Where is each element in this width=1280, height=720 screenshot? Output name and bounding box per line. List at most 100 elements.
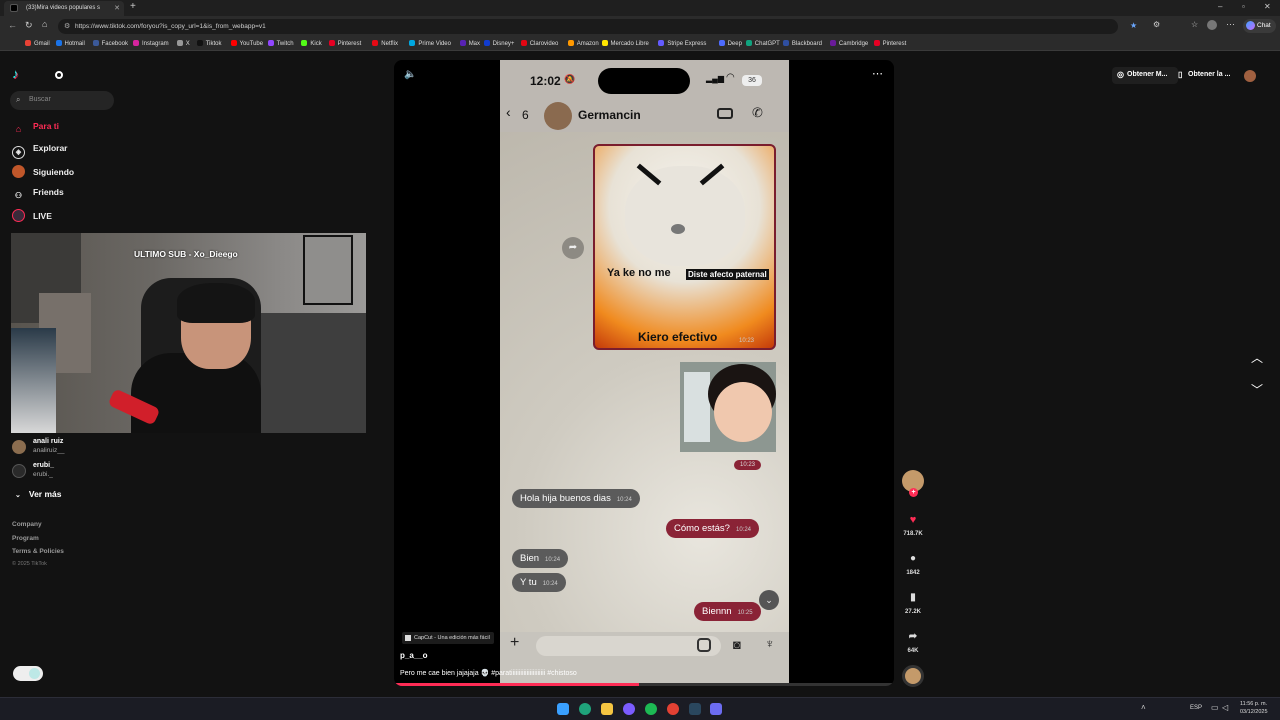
- minimize-button[interactable]: –: [1218, 2, 1222, 11]
- new-tab-button[interactable]: +: [130, 1, 136, 12]
- music-disc[interactable]: [902, 665, 924, 687]
- bookmark-favicon-icon: [829, 40, 836, 46]
- following-account[interactable]: erubi_ erubi._: [12, 462, 132, 482]
- close-window-button[interactable]: ✕: [1264, 2, 1271, 11]
- bookmark-item[interactable]: Gmail: [25, 40, 50, 47]
- creator-avatar[interactable]: +: [902, 470, 924, 497]
- footer-company[interactable]: Company: [12, 521, 42, 528]
- user-avatar[interactable]: [1244, 70, 1256, 82]
- video-author[interactable]: p_a__o: [400, 651, 428, 660]
- get-app-label: Obtener la ...: [1188, 71, 1231, 78]
- nav-siguiendo[interactable]: Siguiendo: [12, 165, 74, 181]
- home-browser-icon[interactable]: ⌂: [42, 19, 47, 29]
- live-stream-preview[interactable]: ULTIMO SUB - Xo_Dieego: [11, 233, 366, 433]
- menu-dots-icon[interactable]: ⋯: [1226, 19, 1235, 30]
- share-button[interactable]: ➦ 64K: [902, 631, 924, 654]
- bookmark-item[interactable]: Mercado Libre: [601, 40, 649, 47]
- wifi-icon: ◠: [726, 72, 735, 83]
- reload-icon[interactable]: ↻: [25, 20, 33, 31]
- footer-terms[interactable]: Terms & Policies: [12, 548, 64, 555]
- bookmark-item[interactable]: Pinterest: [873, 40, 906, 47]
- nav-para-ti[interactable]: ⌂ Para ti: [12, 121, 59, 137]
- bookmark-item[interactable]: Cambridge: [829, 40, 868, 47]
- bookmark-label: Blackboard: [791, 41, 822, 47]
- chat-back-icon[interactable]: ‹: [506, 104, 511, 120]
- bookmark-item[interactable]: Facebook: [92, 40, 128, 47]
- bookmark-item[interactable]: Blackboard: [782, 40, 822, 47]
- account-name: anali ruiz: [33, 438, 64, 445]
- nav-explorar[interactable]: ◈ Explorar: [12, 143, 68, 159]
- streamer-hair: [177, 283, 255, 323]
- profile-icon[interactable]: [1207, 20, 1217, 30]
- see-more-button[interactable]: ⌄ Ver más: [15, 489, 62, 499]
- bookmark-item[interactable]: Netflix: [372, 40, 398, 47]
- copilot-chat-button[interactable]: Chat: [1243, 19, 1276, 33]
- nav-friends[interactable]: ⚇ Friends: [12, 187, 64, 203]
- favorites-icon[interactable]: ☆: [1191, 20, 1198, 29]
- bookmark-item[interactable]: Hotmail: [55, 40, 85, 47]
- extensions-icon[interactable]: ⚙: [1153, 20, 1160, 29]
- volume-icon[interactable]: 🔈: [404, 69, 416, 80]
- bookmark-item[interactable]: Deep: [718, 40, 742, 47]
- bookmark-item[interactable]: Disney+: [483, 40, 514, 47]
- bookmark-label: Instagram: [142, 41, 169, 47]
- site-info-icon[interactable]: ⚙: [64, 22, 70, 30]
- tray-chevron-icon[interactable]: ˄: [1141, 703, 1146, 712]
- bookmark-item[interactable]: Twitch: [267, 40, 294, 47]
- bookmark-item[interactable]: Tiktok: [196, 40, 221, 47]
- file-explorer-icon[interactable]: [601, 703, 613, 715]
- bookmark-item[interactable]: ChatGPT: [745, 40, 780, 47]
- get-coins-button[interactable]: ◎ Obtener M...: [1112, 67, 1178, 84]
- footer-program[interactable]: Program: [12, 535, 39, 542]
- bookmark-item[interactable]: Amazon: [567, 40, 599, 47]
- following-icon: [12, 165, 25, 178]
- chevron-down-icon: ⌄: [15, 492, 21, 499]
- bookmark-item[interactable]: Max: [459, 40, 480, 47]
- chrome-icon[interactable]: [667, 703, 679, 715]
- comment-button[interactable]: ● 1842: [902, 553, 924, 576]
- comment-count: 1842: [906, 570, 920, 576]
- browser-tab[interactable]: (33)Mira videos populares s ✕: [4, 1, 124, 16]
- bookmark-item[interactable]: Stripe Express: [658, 40, 706, 47]
- video-player[interactable]: 🔈 ⋯ 12:02 🔕 ▂▄▆ ◠ 36 ‹ 6 Germancin ✆ ➦ Y…: [394, 60, 894, 686]
- language-indicator[interactable]: ESP: [1190, 705, 1202, 711]
- get-app-button[interactable]: ▯ Obtener la ...: [1176, 67, 1238, 84]
- tiktok-logo[interactable]: ♪: [12, 66, 19, 81]
- clock-time[interactable]: 11:56 p. m.: [1240, 701, 1267, 707]
- bookmark-label: Amazon: [576, 41, 599, 47]
- save-button[interactable]: ▮ 27.2K: [902, 592, 924, 615]
- following-account[interactable]: anali ruiz analiruiz__: [12, 438, 132, 458]
- bookmark-star-icon[interactable]: ★: [1130, 21, 1137, 30]
- back-icon[interactable]: ←: [8, 20, 17, 30]
- volume-tray-icon[interactable]: ◁: [1222, 703, 1228, 712]
- more-options-icon[interactable]: ⋯: [872, 67, 883, 80]
- nav-live[interactable]: LIVE: [12, 209, 52, 225]
- video-progress-track[interactable]: [394, 683, 894, 686]
- maximize-button[interactable]: ▫: [1242, 2, 1245, 11]
- steam-icon[interactable]: [689, 703, 701, 715]
- previous-video-button[interactable]: ︿: [1251, 349, 1263, 366]
- messenger-icon[interactable]: [623, 703, 635, 715]
- bookmark-item[interactable]: Prime Video: [409, 40, 451, 47]
- bookmark-item[interactable]: Clarovideo: [520, 40, 558, 47]
- capcut-badge[interactable]: CapCut - Una edición más fácil: [402, 632, 494, 644]
- spotify-icon[interactable]: [645, 703, 657, 715]
- bookmark-item[interactable]: X: [176, 40, 190, 47]
- url-input[interactable]: ⚙ https://www.tiktok.com/foryou?is_copy_…: [58, 19, 1137, 34]
- start-icon[interactable]: [557, 703, 569, 715]
- clock-date[interactable]: 03/12/2025: [1240, 709, 1268, 715]
- tab-close-icon[interactable]: ✕: [114, 4, 120, 12]
- bookmark-item[interactable]: YouTube: [230, 40, 263, 47]
- like-button[interactable]: ♥ 718.7K: [902, 514, 924, 537]
- follow-plus-icon[interactable]: +: [909, 488, 918, 497]
- theme-toggle[interactable]: [13, 666, 43, 681]
- bookmark-item[interactable]: Pinterest: [328, 40, 361, 47]
- edge-icon[interactable]: [579, 703, 591, 715]
- app-icon[interactable]: [710, 703, 722, 715]
- bookmark-item[interactable]: Instagram: [133, 40, 169, 47]
- network-icon[interactable]: ▭: [1211, 703, 1219, 712]
- nav-label: Para ti: [33, 121, 59, 131]
- bookmark-item[interactable]: Kick: [301, 40, 322, 47]
- next-video-button[interactable]: ﹀: [1251, 381, 1263, 398]
- search-input[interactable]: ⌕ Buscar: [10, 91, 114, 110]
